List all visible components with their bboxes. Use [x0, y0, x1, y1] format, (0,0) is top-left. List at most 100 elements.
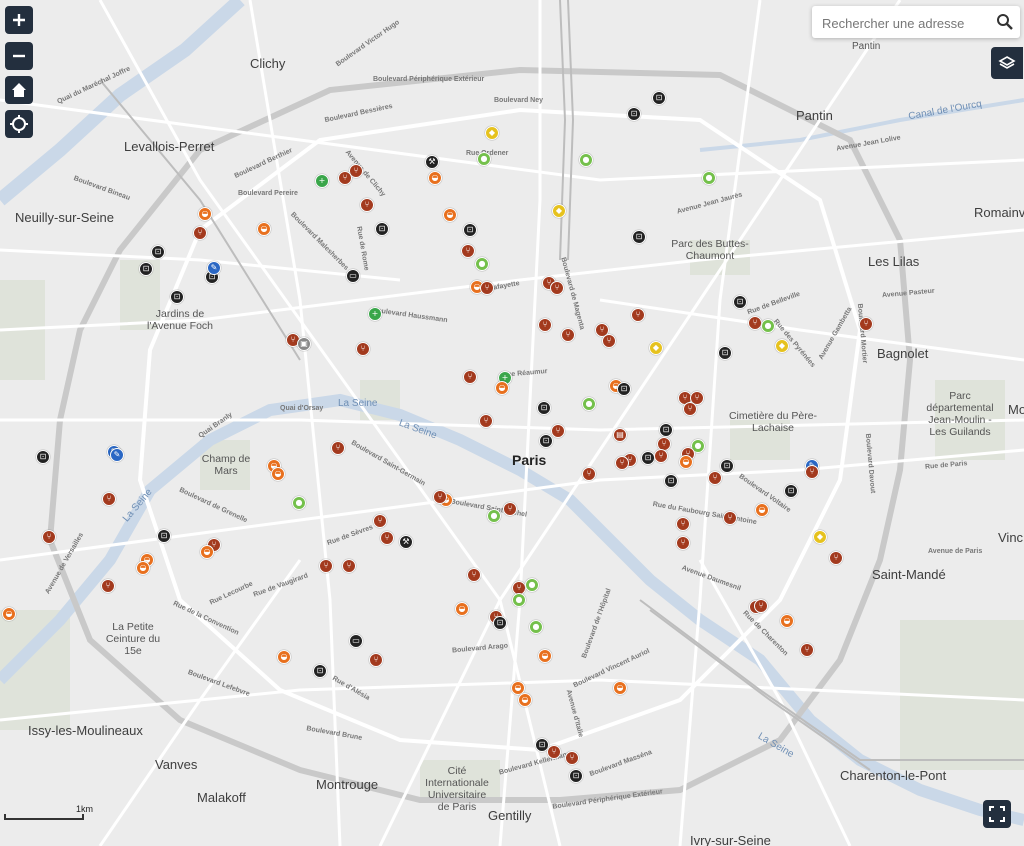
grocery-marker[interactable]: ⊡	[463, 223, 477, 237]
restaurant-marker[interactable]: ⑂	[805, 465, 819, 479]
organic-marker[interactable]: ●	[582, 397, 596, 411]
restaurant-marker[interactable]: ⑂	[463, 370, 477, 384]
layers-button[interactable]	[991, 47, 1023, 79]
search-icon[interactable]	[996, 13, 1014, 31]
restaurant-marker[interactable]: ⑂	[101, 579, 115, 593]
restaurant-marker[interactable]: ⑂	[582, 467, 596, 481]
grocery-marker[interactable]: ⊡	[652, 91, 666, 105]
locate-button[interactable]	[5, 110, 33, 138]
grocery-marker[interactable]: ⊡	[539, 434, 553, 448]
bakery-marker[interactable]: ◒	[679, 455, 693, 469]
grocery-marker[interactable]: ⊡	[139, 262, 153, 276]
bakery-marker[interactable]: ◒	[495, 381, 509, 395]
butcher-marker[interactable]: ▤	[613, 428, 627, 442]
organic-marker[interactable]: ●	[512, 593, 526, 607]
restaurant-marker[interactable]: ⑂	[380, 531, 394, 545]
restaurant-marker[interactable]: ⑂	[654, 449, 668, 463]
bakery-marker[interactable]: ◒	[200, 545, 214, 559]
zoom-in-button[interactable]	[5, 6, 33, 34]
bakery-marker[interactable]: ◒	[443, 208, 457, 222]
bakery-marker[interactable]: ◒	[198, 207, 212, 221]
restaurant-marker[interactable]: ⑂	[800, 643, 814, 657]
restaurant-marker[interactable]: ⑂	[550, 281, 564, 295]
bakery-marker[interactable]: ◒	[428, 171, 442, 185]
restaurant-marker[interactable]: ⑂	[319, 559, 333, 573]
organic-marker[interactable]: ●	[761, 319, 775, 333]
grocery-marker[interactable]: ⊡	[632, 230, 646, 244]
organic-marker[interactable]: ●	[487, 509, 501, 523]
restaurant-marker[interactable]: ⑂	[373, 514, 387, 528]
restaurant-marker[interactable]: ⑂	[331, 441, 345, 455]
organic-marker[interactable]: ●	[579, 153, 593, 167]
hardware-marker[interactable]: ⚒	[399, 535, 413, 549]
organic-marker[interactable]: ●	[529, 620, 543, 634]
restaurant-marker[interactable]: ⑂	[547, 745, 561, 759]
grocery-marker[interactable]: ⊡	[617, 382, 631, 396]
bus-marker[interactable]: ▭	[346, 269, 360, 283]
bakery-marker[interactable]: ◒	[271, 467, 285, 481]
restaurant-marker[interactable]: ⑂	[338, 171, 352, 185]
cheese-marker[interactable]: ◆	[775, 339, 789, 353]
organic-marker[interactable]: ●	[702, 171, 716, 185]
pharmacy-marker[interactable]: +	[368, 307, 382, 321]
grocery-marker[interactable]: ⊡	[313, 664, 327, 678]
restaurant-marker[interactable]: ⑂	[676, 517, 690, 531]
gallery-marker[interactable]: ▣	[297, 337, 311, 351]
grocery-marker[interactable]: ⊡	[493, 616, 507, 630]
bakery-marker[interactable]: ◒	[755, 503, 769, 517]
restaurant-marker[interactable]: ⑂	[467, 568, 481, 582]
restaurant-marker[interactable]: ⑂	[602, 334, 616, 348]
grocery-marker[interactable]: ⊡	[170, 290, 184, 304]
bakery-marker[interactable]: ◒	[2, 607, 16, 621]
address-search-input[interactable]	[820, 13, 984, 33]
cheese-marker[interactable]: ◆	[813, 530, 827, 544]
restaurant-marker[interactable]: ⑂	[479, 414, 493, 428]
service-marker[interactable]: ✎	[207, 261, 221, 275]
bakery-marker[interactable]: ◒	[780, 614, 794, 628]
bakery-marker[interactable]: ◒	[613, 681, 627, 695]
restaurant-marker[interactable]: ⑂	[615, 456, 629, 470]
grocery-marker[interactable]: ⊡	[157, 529, 171, 543]
organic-marker[interactable]: ●	[477, 152, 491, 166]
bakery-marker[interactable]: ◒	[518, 693, 532, 707]
grocery-marker[interactable]: ⊡	[151, 245, 165, 259]
bakery-marker[interactable]: ◒	[277, 650, 291, 664]
grocery-marker[interactable]: ⊡	[537, 401, 551, 415]
restaurant-marker[interactable]: ⑂	[561, 328, 575, 342]
pharmacy-marker[interactable]: +	[315, 174, 329, 188]
restaurant-marker[interactable]: ⑂	[551, 424, 565, 438]
cheese-marker[interactable]: ◆	[649, 341, 663, 355]
restaurant-marker[interactable]: ⑂	[356, 342, 370, 356]
grocery-marker[interactable]: ⊡	[641, 451, 655, 465]
grocery-marker[interactable]: ⊡	[784, 484, 798, 498]
restaurant-marker[interactable]: ⑂	[631, 308, 645, 322]
bus-marker[interactable]: ▭	[349, 634, 363, 648]
restaurant-marker[interactable]: ⑂	[829, 551, 843, 565]
organic-marker[interactable]: ●	[525, 578, 539, 592]
organic-marker[interactable]: ●	[292, 496, 306, 510]
grocery-marker[interactable]: ⊡	[664, 474, 678, 488]
restaurant-marker[interactable]: ⑂	[538, 318, 552, 332]
restaurant-marker[interactable]: ⑂	[708, 471, 722, 485]
restaurant-marker[interactable]: ⑂	[193, 226, 207, 240]
restaurant-marker[interactable]: ⑂	[859, 317, 873, 331]
grocery-marker[interactable]: ⊡	[720, 459, 734, 473]
cheese-marker[interactable]: ◆	[552, 204, 566, 218]
bakery-marker[interactable]: ◒	[136, 561, 150, 575]
bakery-marker[interactable]: ◒	[538, 649, 552, 663]
restaurant-marker[interactable]: ⑂	[723, 511, 737, 525]
restaurant-marker[interactable]: ⑂	[480, 281, 494, 295]
cheese-marker[interactable]: ◆	[485, 126, 499, 140]
restaurant-marker[interactable]: ⑂	[369, 653, 383, 667]
zoom-out-button[interactable]	[5, 42, 33, 70]
restaurant-marker[interactable]: ⑂	[503, 502, 517, 516]
grocery-marker[interactable]: ⊡	[569, 769, 583, 783]
restaurant-marker[interactable]: ⑂	[565, 751, 579, 765]
restaurant-marker[interactable]: ⑂	[461, 244, 475, 258]
grocery-marker[interactable]: ⊡	[733, 295, 747, 309]
bakery-marker[interactable]: ◒	[257, 222, 271, 236]
restaurant-marker[interactable]: ⑂	[754, 599, 768, 613]
grocery-marker[interactable]: ⊡	[659, 423, 673, 437]
organic-marker[interactable]: ●	[475, 257, 489, 271]
restaurant-marker[interactable]: ⑂	[102, 492, 116, 506]
